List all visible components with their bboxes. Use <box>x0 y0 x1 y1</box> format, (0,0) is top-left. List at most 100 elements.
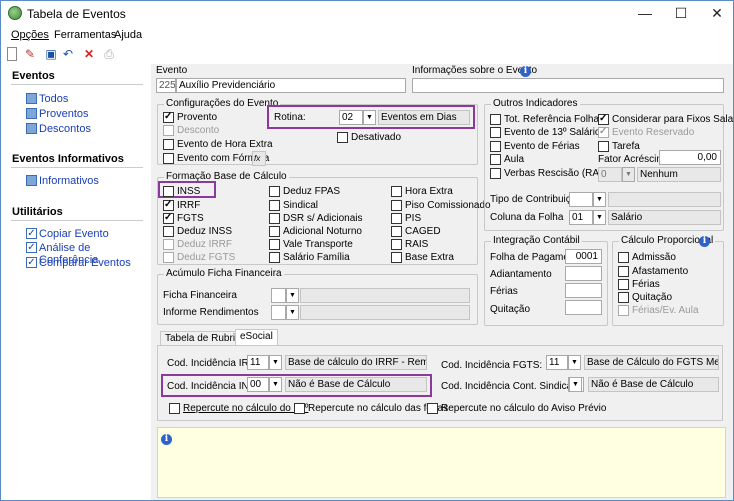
chevron-down-icon[interactable]: ▼ <box>286 305 299 320</box>
info-icon[interactable]: i <box>699 236 710 247</box>
menu-ferramentas[interactable]: Ferramentas <box>54 29 116 41</box>
tipo-contrib-field[interactable] <box>569 192 593 207</box>
provento-checkbox[interactable]: Provento <box>163 111 217 123</box>
piso-comissionado-checkbox[interactable]: Piso Comissionado <box>391 200 491 211</box>
maximize-button[interactable]: ☐ <box>663 1 699 27</box>
notes-panel: i <box>157 427 726 498</box>
fgts-checkbox[interactable]: FGTS <box>163 212 204 224</box>
sidebar-item-informativos[interactable]: Informativos <box>26 175 99 187</box>
verbas-checkbox[interactable]: Verbas Rescisão (RAIS) <box>490 168 612 179</box>
deduz-fgts-checkbox[interactable]: Deduz FGTS <box>163 252 235 263</box>
sidebar-item-descontos[interactable]: Descontos <box>26 123 91 135</box>
sidebar-item-proventos[interactable]: Proventos <box>26 108 89 120</box>
informe-desc-field <box>300 305 470 320</box>
aula-checkbox[interactable]: Aula <box>490 154 524 165</box>
informe-field[interactable] <box>271 305 286 320</box>
repaviso-checkbox[interactable]: Repercute no cálculo do Aviso Prévio <box>427 403 606 414</box>
folha-pgto-field[interactable]: 0001 <box>565 249 602 264</box>
evento-code-field[interactable]: 225 <box>156 78 176 93</box>
close-button[interactable]: ✕ <box>699 1 733 27</box>
reservado-checkbox[interactable]: Evento Reservado <box>598 126 694 138</box>
chevron-down-icon[interactable]: ▼ <box>593 192 606 207</box>
print-icon[interactable]: ⎙ <box>102 47 116 61</box>
base-extra-checkbox[interactable]: Base Extra <box>391 252 454 263</box>
repferias-checkbox[interactable]: Repercute no cálculo das férias <box>294 403 448 414</box>
rotina-code-field[interactable]: 02 <box>339 110 363 125</box>
chevron-down-icon[interactable]: ▼ <box>568 355 581 370</box>
quitacao-contabil-field[interactable] <box>565 300 602 315</box>
config-title: Configurações do Evento <box>164 98 281 109</box>
ferias-contabil-field[interactable] <box>565 283 602 298</box>
app-icon <box>8 6 22 20</box>
adiantamento-label: Adiantamento <box>490 269 552 280</box>
rep13-checkbox[interactable]: Repercute no cálculo do 13º <box>169 403 308 414</box>
pis-checkbox[interactable]: PIS <box>391 213 421 224</box>
rais-checkbox[interactable]: RAIS <box>391 239 428 250</box>
menu-opcoes[interactable]: Opções <box>11 29 49 41</box>
check-icon: ✓ <box>26 228 37 239</box>
quitacao-contabil-label: Quitação <box>490 304 531 315</box>
hora-extra-base-checkbox[interactable]: Hora Extra <box>391 186 453 197</box>
deduz-inss-checkbox[interactable]: Deduz INSS <box>163 226 232 237</box>
inss-incid-desc: Não é Base de Cálculo <box>285 377 427 392</box>
inss-checkbox[interactable]: INSS <box>163 186 200 197</box>
admissao-checkbox[interactable]: Admissão <box>618 252 676 263</box>
verbas-code-field[interactable]: 0 <box>598 167 622 182</box>
ferias-checkbox[interactable]: Evento de Férias <box>490 141 580 152</box>
caged-checkbox[interactable]: CAGED <box>391 226 441 237</box>
info-icon[interactable]: i <box>520 66 531 77</box>
coluna-folha-field[interactable]: 01 <box>569 210 593 225</box>
tab-esocial[interactable]: eSocial <box>235 329 278 346</box>
afastamento-checkbox[interactable]: Afastamento <box>618 266 688 277</box>
ficha-field[interactable] <box>271 288 286 303</box>
sindical-checkbox[interactable]: Sindical <box>269 200 318 211</box>
dsr-checkbox[interactable]: DSR s/ Adicionais <box>269 213 362 224</box>
chevron-down-icon[interactable]: ▼ <box>269 377 282 392</box>
ferias-prop-checkbox[interactable]: Férias <box>618 279 660 290</box>
chevron-down-icon[interactable]: ▼ <box>269 355 282 370</box>
delete-icon[interactable]: ✕ <box>82 47 96 61</box>
deduz-fpas-checkbox[interactable]: Deduz FPAS <box>269 186 340 197</box>
evento13-checkbox[interactable]: Evento de 13º Salário <box>490 127 601 138</box>
sidebar-item-todos[interactable]: Todos <box>26 93 68 105</box>
tarefa-checkbox[interactable]: Tarefa <box>598 141 640 152</box>
chevron-down-icon[interactable]: ▼ <box>363 110 376 125</box>
salario-familia-checkbox[interactable]: Salário Família <box>269 252 350 263</box>
fgts-incid-code[interactable]: 11 <box>546 355 568 370</box>
toolbar: ✎ ▣ ↶ ✕ ⎙ <box>1 44 733 64</box>
ferias-contabil-label: Férias <box>490 286 518 297</box>
hora-extra-checkbox[interactable]: Evento de Hora Extra <box>163 139 273 150</box>
inss-incid-code[interactable]: 00 <box>247 377 269 392</box>
tot-ref-checkbox[interactable]: Tot. Referência Folha <box>490 114 599 125</box>
fgts-incid-label: Cod. Incidência FGTS: <box>441 360 543 371</box>
chevron-down-icon[interactable]: ▼ <box>286 288 299 303</box>
sidebar-item-copiar-evento[interactable]: ✓ Copiar Evento <box>26 228 109 240</box>
vale-transporte-checkbox[interactable]: Vale Transporte <box>269 239 353 250</box>
new-icon[interactable] <box>7 47 17 61</box>
irrf-incid-code[interactable]: 11 <box>247 355 269 370</box>
irrf-checkbox[interactable]: IRRF <box>163 199 200 211</box>
edit-icon[interactable]: ✎ <box>23 47 37 61</box>
adiantamento-field[interactable] <box>565 266 602 281</box>
desativado-checkbox[interactable]: Desativado <box>337 132 401 143</box>
ferias-ev-aula-checkbox[interactable]: Férias/Ev. Aula <box>618 305 699 316</box>
chevron-down-icon[interactable]: ▼ <box>569 377 582 392</box>
save-icon[interactable]: ▣ <box>44 47 58 61</box>
check-icon: ✓ <box>26 242 37 253</box>
chevron-down-icon[interactable]: ▼ <box>622 167 635 182</box>
evento-name-field[interactable]: Auxílio Previdenciário <box>176 78 406 93</box>
deduz-irrf-checkbox[interactable]: Deduz IRRF <box>163 239 232 250</box>
chevron-down-icon[interactable]: ▼ <box>593 210 606 225</box>
considerar-checkbox[interactable]: Considerar para Fixos Salariais <box>598 113 733 125</box>
fx-button[interactable]: fx <box>252 151 266 166</box>
quitacao-prop-checkbox[interactable]: Quitação <box>618 292 672 303</box>
undo-icon[interactable]: ↶ <box>61 47 75 61</box>
adicional-noturno-checkbox[interactable]: Adicional Noturno <box>269 226 362 237</box>
fator-field[interactable]: 0,00 <box>659 150 721 165</box>
menu-ajuda[interactable]: Ajuda <box>114 29 142 41</box>
main-window: Tabela de Eventos — ☐ ✕ Opções Ferrament… <box>0 0 734 501</box>
minimize-button[interactable]: — <box>627 1 663 27</box>
desconto-checkbox[interactable]: Desconto <box>163 125 219 136</box>
sidebar-item-comparar-eventos[interactable]: ✓ Comparar Eventos <box>26 257 131 269</box>
info-evento-field[interactable] <box>412 78 724 93</box>
